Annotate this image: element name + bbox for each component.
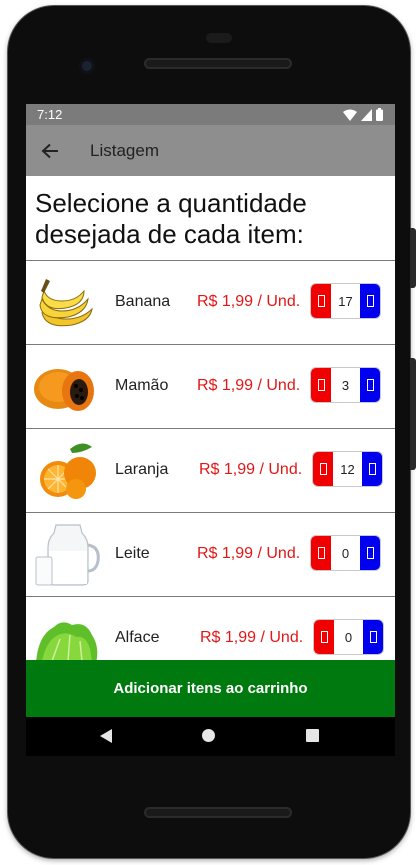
increment-button[interactable] bbox=[362, 452, 382, 486]
front-camera bbox=[79, 58, 95, 74]
increment-button[interactable] bbox=[363, 620, 383, 654]
list-item: Laranja R$ 1,99 / Und. 12 bbox=[26, 429, 395, 512]
item-price: R$ 1,99 / Und. bbox=[197, 545, 301, 562]
back-button[interactable] bbox=[28, 125, 72, 176]
arrow-left-icon bbox=[41, 143, 58, 158]
quantity-value[interactable]: 12 bbox=[333, 452, 362, 486]
item-name: Banana bbox=[115, 293, 171, 310]
earpiece-speaker bbox=[144, 58, 292, 69]
app-title: Listagem bbox=[90, 140, 159, 160]
papaya-image bbox=[34, 369, 94, 411]
quantity-stepper: 12 bbox=[312, 451, 383, 487]
increment-button[interactable] bbox=[360, 536, 380, 570]
page-heading: Selecione a quantidade desejada de cada … bbox=[35, 188, 307, 249]
banana-image bbox=[39, 279, 93, 327]
quantity-value[interactable]: 17 bbox=[331, 284, 360, 318]
item-price: R$ 1,99 / Und. bbox=[200, 629, 304, 646]
volume-button bbox=[410, 358, 416, 470]
nav-recents-icon[interactable] bbox=[306, 729, 319, 742]
app-screen: 7:12 Listagem Selecione a quantidade des… bbox=[26, 104, 395, 756]
nav-back-icon[interactable] bbox=[100, 729, 112, 743]
decrement-button[interactable] bbox=[311, 284, 331, 318]
bottom-speaker bbox=[144, 807, 292, 818]
quantity-stepper: 17 bbox=[310, 283, 381, 319]
increment-button[interactable] bbox=[360, 284, 380, 318]
quantity-stepper: 3 bbox=[310, 367, 381, 403]
list-item: Leite R$ 1,99 / Und. 0 bbox=[26, 513, 395, 596]
app-bar: Listagem bbox=[26, 125, 395, 176]
quantity-stepper: 0 bbox=[313, 619, 384, 655]
quantity-value[interactable]: 0 bbox=[331, 536, 360, 570]
wifi-icon bbox=[343, 109, 357, 121]
item-name: Leite bbox=[115, 545, 150, 562]
add-to-cart-button[interactable]: Adicionar itens ao carrinho bbox=[26, 660, 395, 717]
system-navbar bbox=[26, 717, 395, 756]
list-item: Mamão R$ 1,99 / Und. 3 bbox=[26, 345, 395, 428]
quantity-stepper: 0 bbox=[310, 535, 381, 571]
nav-home-icon[interactable] bbox=[202, 729, 215, 742]
decrement-button[interactable] bbox=[313, 452, 333, 486]
item-price: R$ 1,99 / Und. bbox=[197, 377, 301, 394]
item-name: Alface bbox=[115, 629, 160, 646]
orange-image bbox=[40, 443, 96, 499]
status-time: 7:12 bbox=[37, 107, 63, 122]
product-list: Banana R$ 1,99 / Und. 17 Mamão R$ 1,99 /… bbox=[26, 260, 395, 680]
quantity-value[interactable]: 0 bbox=[334, 620, 363, 654]
decrement-button[interactable] bbox=[314, 620, 334, 654]
status-bar: 7:12 bbox=[26, 104, 395, 125]
power-button bbox=[410, 228, 416, 288]
decrement-button[interactable] bbox=[311, 368, 331, 402]
signal-icon bbox=[361, 108, 372, 121]
item-price: R$ 1,99 / Und. bbox=[197, 293, 301, 310]
item-price: R$ 1,99 / Und. bbox=[199, 461, 303, 478]
quantity-value[interactable]: 3 bbox=[331, 368, 360, 402]
milk-image bbox=[35, 524, 100, 586]
item-name: Laranja bbox=[115, 461, 169, 478]
decrement-button[interactable] bbox=[311, 536, 331, 570]
list-item: Banana R$ 1,99 / Und. 17 bbox=[26, 261, 395, 344]
increment-button[interactable] bbox=[360, 368, 380, 402]
battery-icon bbox=[376, 108, 383, 121]
item-name: Mamão bbox=[115, 377, 169, 394]
proximity-sensor bbox=[206, 33, 232, 43]
